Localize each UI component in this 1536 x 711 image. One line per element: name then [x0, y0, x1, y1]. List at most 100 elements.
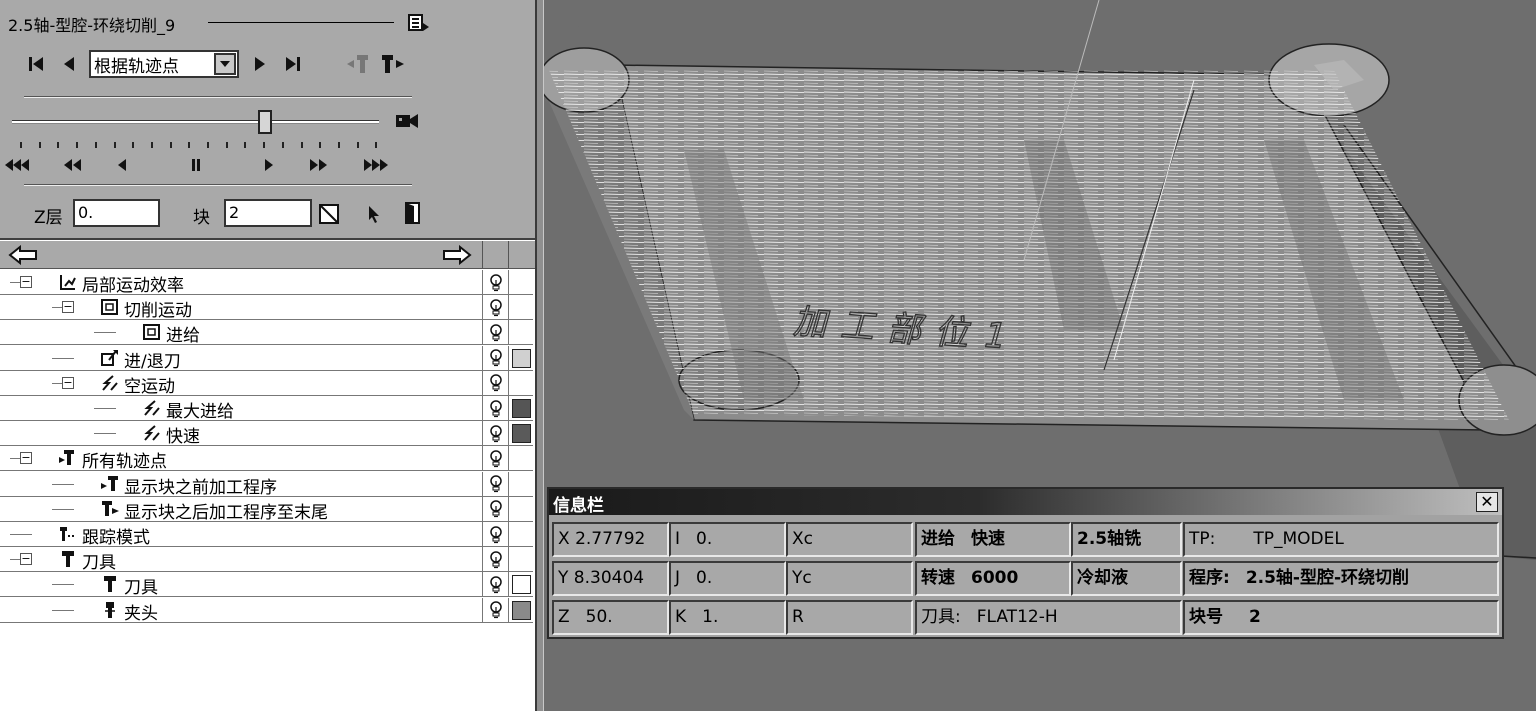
rewind-icon[interactable] [62, 155, 84, 175]
toolpath-points-icon [58, 448, 78, 468]
play-reverse-icon[interactable] [114, 155, 130, 175]
arrow-left-icon[interactable] [8, 244, 38, 266]
separator [24, 184, 412, 186]
color-cell[interactable] [508, 370, 533, 396]
color-cell[interactable] [508, 471, 533, 497]
visibility-bulb-icon[interactable] [482, 547, 508, 573]
play-icon[interactable] [261, 155, 277, 175]
tree-row-label: 最大进给 [166, 402, 234, 422]
record-camera-icon[interactable] [394, 110, 420, 132]
toggle-diagonal-icon[interactable] [318, 203, 340, 225]
block-field[interactable]: 2 [224, 199, 312, 227]
last-point-icon[interactable] [283, 54, 303, 74]
tp-name: TP: TP_MODEL [1183, 522, 1499, 557]
collapse-toggle-icon[interactable]: − [62, 376, 74, 389]
collapse-toggle-icon[interactable]: − [62, 301, 74, 314]
panel-menu-icon[interactable] [408, 13, 429, 31]
next-point-icon[interactable] [250, 54, 270, 74]
tree-row-label: 显示块之后加工程序至末尾 [124, 502, 328, 523]
color-cell[interactable] [508, 446, 533, 472]
collapse-toggle-icon[interactable]: − [20, 553, 32, 566]
color-cell[interactable] [508, 547, 533, 573]
visibility-bulb-icon[interactable] [482, 396, 508, 421]
first-point-icon[interactable] [26, 54, 46, 74]
tree-row-label: 跟踪模式 [82, 528, 150, 548]
panel-splitter[interactable] [535, 0, 544, 711]
tree-row[interactable]: − 局部运动效率 [0, 270, 533, 296]
color-cell[interactable] [508, 295, 533, 321]
color-cell[interactable] [508, 320, 533, 346]
tree-row[interactable]: 夹头 [0, 597, 533, 624]
visibility-bulb-icon[interactable] [482, 421, 508, 447]
visibility-bulb-icon[interactable] [482, 522, 508, 547]
tree-row[interactable]: − 所有轨迹点 [0, 446, 533, 473]
visibility-bulb-icon[interactable] [482, 597, 508, 623]
visibility-bulb-icon[interactable] [482, 446, 508, 472]
tree-row-label: 所有轨迹点 [82, 452, 167, 473]
tree-row[interactable]: − 刀具 [0, 547, 533, 574]
visibility-bulb-icon[interactable] [482, 270, 508, 295]
visibility-bulb-icon[interactable] [482, 572, 508, 598]
tree-row[interactable]: 跟踪模式 [0, 522, 533, 548]
tool-back-icon[interactable] [345, 52, 371, 76]
chevron-down-icon[interactable] [214, 53, 236, 75]
slider-tick [169, 142, 172, 148]
color-cell[interactable] [508, 597, 533, 623]
player-title: 2.5轴-型腔-环绕切削_9 [8, 16, 176, 35]
tree-row[interactable]: 快速 [0, 421, 533, 447]
tree-row[interactable]: − 切削运动 [0, 295, 533, 321]
xc-coordinate: Xc [786, 522, 913, 557]
visibility-bulb-icon[interactable] [482, 345, 508, 371]
fast-rewind-icon[interactable] [4, 155, 32, 175]
color-swatch[interactable] [511, 399, 531, 418]
color-swatch[interactable] [511, 575, 531, 595]
tree-row[interactable]: − 空运动 [0, 370, 533, 397]
previous-point-icon[interactable] [59, 54, 79, 74]
slider-tick [356, 142, 359, 148]
z-label: Z [558, 607, 570, 627]
tree-row[interactable]: 显示块之后加工程序至末尾 [0, 496, 533, 523]
position-slider-track[interactable] [12, 120, 379, 124]
position-slider-thumb[interactable] [258, 110, 272, 134]
visibility-bulb-icon[interactable] [482, 370, 508, 396]
tree-row-label: 进给 [166, 326, 200, 347]
tree-row[interactable]: 最大进给 [0, 396, 533, 422]
tree-row-label: 刀具 [82, 553, 116, 574]
tool-forward-icon[interactable] [380, 52, 406, 76]
fastest-forward-icon[interactable] [361, 155, 389, 175]
tree-connector [52, 357, 74, 359]
arrow-right-icon[interactable] [442, 244, 472, 266]
slider-tick [57, 142, 60, 148]
x-value: 2.77792 [575, 529, 646, 549]
color-cell[interactable] [508, 396, 533, 421]
color-swatch[interactable] [511, 424, 531, 444]
color-cell[interactable] [508, 496, 533, 522]
visibility-bulb-icon[interactable] [482, 320, 508, 346]
close-icon[interactable]: ✕ [1476, 492, 1498, 512]
step-mode-select[interactable]: 根据轨迹点 [89, 50, 239, 78]
tree-row[interactable]: 刀具 [0, 572, 533, 598]
tree-connector [52, 584, 74, 586]
tree-row[interactable]: 显示块之前加工程序 [0, 471, 533, 498]
pause-icon[interactable] [188, 155, 204, 175]
collapse-toggle-icon[interactable]: − [20, 276, 32, 288]
fast-forward-icon[interactable] [307, 155, 329, 175]
z-layer-field[interactable]: 0. [73, 199, 160, 227]
visibility-bulb-icon[interactable] [482, 295, 508, 321]
tree-row[interactable]: 进给 [0, 320, 533, 347]
tree-row[interactable]: 进/退刀 [0, 345, 533, 372]
slider-tick [188, 142, 191, 148]
color-cell[interactable] [508, 421, 533, 447]
separator [24, 96, 412, 98]
pointer-icon[interactable] [364, 203, 384, 225]
collapse-toggle-icon[interactable]: − [20, 452, 32, 465]
color-cell[interactable] [508, 522, 533, 547]
color-swatch[interactable] [511, 600, 531, 620]
color-cell[interactable] [508, 345, 533, 371]
exit-door-icon[interactable] [402, 201, 424, 225]
visibility-bulb-icon[interactable] [482, 496, 508, 522]
color-cell[interactable] [508, 270, 533, 295]
visibility-bulb-icon[interactable] [482, 471, 508, 497]
color-swatch[interactable] [511, 348, 531, 368]
color-cell[interactable] [508, 572, 533, 598]
